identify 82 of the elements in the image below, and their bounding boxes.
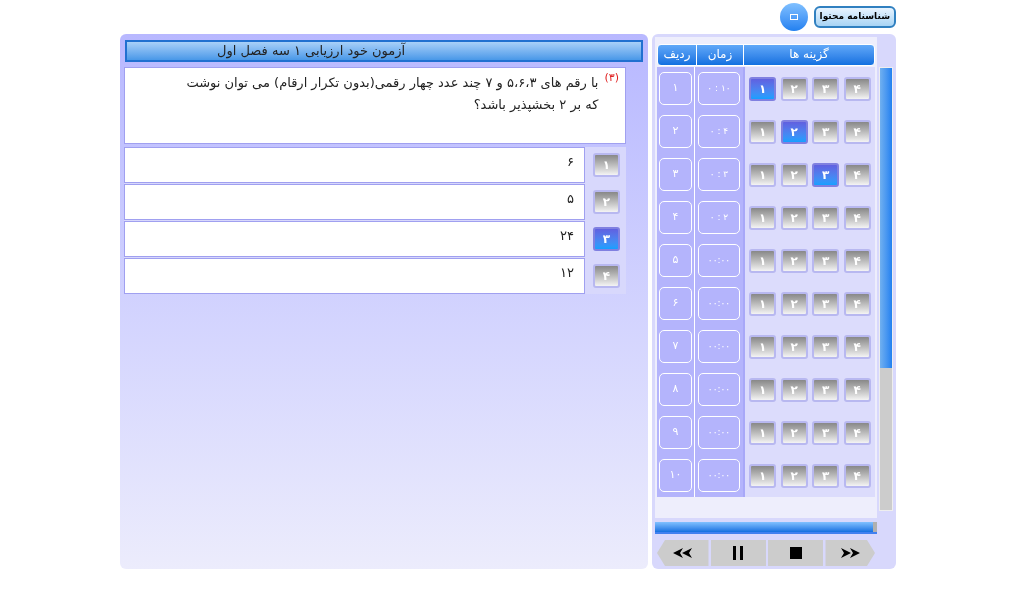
choice-button[interactable]: ۱	[749, 334, 777, 359]
choice-button[interactable]: ۱	[749, 248, 777, 273]
choice-button[interactable]: ۱	[749, 420, 777, 445]
pause-button[interactable]	[710, 540, 766, 566]
choice-button[interactable]: ۴	[843, 162, 871, 187]
choice-button[interactable]: ۱	[749, 205, 777, 230]
choice-button[interactable]: ۴	[843, 377, 871, 402]
choice-button[interactable]: ۴	[843, 463, 871, 488]
row-number: ۱۰	[659, 459, 692, 492]
choice-button[interactable]: ۳	[812, 463, 840, 488]
choice-button[interactable]: ۱	[749, 162, 777, 187]
option-number-button[interactable]: ۳	[593, 227, 620, 251]
choice-button[interactable]: ۲	[780, 377, 808, 402]
choice-button[interactable]: ۳	[812, 377, 840, 402]
time-display: ۰۰:۰۰	[698, 287, 740, 320]
choice-button[interactable]: ۱	[749, 291, 777, 316]
row-number: ۲	[659, 115, 692, 148]
choice-button[interactable]: ۴	[843, 119, 871, 144]
choice-button[interactable]: ۱	[749, 377, 777, 402]
stop-button[interactable]	[768, 540, 824, 566]
choice-button[interactable]: ۲	[780, 463, 808, 488]
choice-button[interactable]: ۴	[843, 291, 871, 316]
choice-button[interactable]: ۲	[780, 76, 808, 101]
option-text-box[interactable]: ۲۴	[124, 221, 585, 257]
choice-button[interactable]: ۲	[780, 248, 808, 273]
option-number-button[interactable]: ۲	[593, 190, 620, 214]
row-number: ۸	[659, 373, 692, 406]
time-display: ۰۰:۰۰	[698, 459, 740, 492]
option-text-box[interactable]: ۱۲	[124, 258, 585, 294]
choice-button[interactable]: ۳	[812, 76, 840, 101]
question-number: (۳)	[604, 70, 619, 86]
content-info-button[interactable]: شناسنامه محتوا	[813, 6, 896, 28]
choice-button[interactable]: ۴	[843, 248, 871, 273]
choice-button[interactable]: ۱	[749, 119, 777, 144]
choice-button[interactable]: ۲	[780, 205, 808, 230]
choice-button[interactable]: ۳	[812, 162, 840, 187]
choice-button[interactable]: ۳	[812, 248, 840, 273]
row-number: ۴	[659, 201, 692, 234]
choice-button[interactable]: ۳	[812, 291, 840, 316]
round-icon-button[interactable]	[779, 3, 808, 31]
pause-icon	[732, 546, 745, 560]
column-header: زمان	[696, 45, 744, 65]
row-number: ۳	[659, 158, 692, 191]
column-header: گزینه ها	[788, 46, 830, 64]
choice-button[interactable]: ۴	[843, 420, 871, 445]
row-number: ۹	[659, 416, 692, 449]
choice-button[interactable]: ۱	[749, 76, 777, 101]
forward-icon	[840, 547, 861, 559]
time-display: ۰ : ۱۰	[698, 72, 740, 105]
row-number: ۱	[659, 72, 692, 105]
forward-button[interactable]	[825, 540, 875, 566]
row-number: ۶	[659, 287, 692, 320]
time-display: ۰۰:۰۰	[698, 244, 740, 277]
time-display: ۰۰:۰۰	[698, 330, 740, 363]
choice-button[interactable]: ۳	[812, 205, 840, 230]
choice-button[interactable]: ۳	[812, 420, 840, 445]
choice-button[interactable]: ۲	[780, 162, 808, 187]
stop-icon	[789, 547, 802, 559]
time-display: ۰۰:۰۰	[698, 416, 740, 449]
choice-button[interactable]: ۴	[843, 76, 871, 101]
choice-button[interactable]: ۴	[843, 334, 871, 359]
choice-button[interactable]: ۳	[812, 334, 840, 359]
choice-button[interactable]: ۴	[843, 205, 871, 230]
square-icon	[789, 14, 798, 20]
time-display: ۰۰:۰۰	[698, 373, 740, 406]
option-text-box[interactable]: ۵	[124, 184, 585, 220]
option-number-button[interactable]: ۴	[593, 264, 620, 288]
rewind-icon	[672, 547, 693, 559]
quiz-title: آزمون خود ارزیابی ۱ سه فصل اول	[217, 41, 406, 61]
rewind-button[interactable]	[657, 540, 709, 566]
choice-button[interactable]: ۲	[780, 334, 808, 359]
option-text-box[interactable]: ۶	[124, 147, 585, 183]
choice-button[interactable]: ۲	[780, 420, 808, 445]
choice-button[interactable]: ۲	[780, 119, 808, 144]
option-number-button[interactable]: ۱	[593, 153, 620, 177]
row-number: ۵	[659, 244, 692, 277]
row-number: ۷	[659, 330, 692, 363]
choice-button[interactable]: ۱	[749, 463, 777, 488]
question-text: با رقم های ۵،۶،۳ و ۷ چند عدد چهار رقمی(بدون تکرار ارقام) می توان نوشت که بر ۲ بخشپذیر باشد؟	[185, 74, 599, 115]
column-header: ردیف	[662, 46, 692, 63]
choice-button[interactable]: ۳	[812, 119, 840, 144]
choice-button[interactable]: ۲	[780, 291, 808, 316]
